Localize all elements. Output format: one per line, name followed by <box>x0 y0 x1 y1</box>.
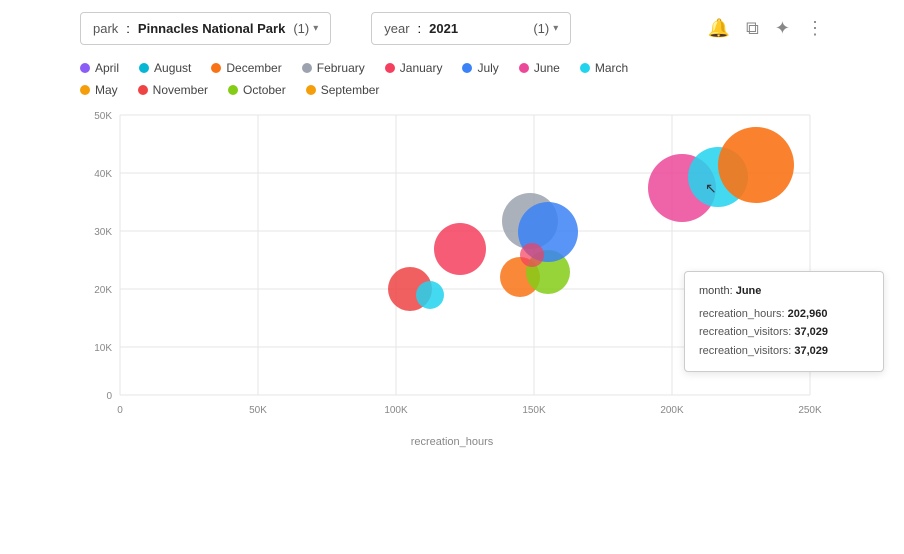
year-chevron-icon: ▾ <box>553 23 558 34</box>
legend-item-march: March <box>580 61 628 75</box>
year-filter-label: year <box>384 21 409 36</box>
svg-text:200K: 200K <box>660 405 684 416</box>
legend-item-december: December <box>211 61 281 75</box>
legend-item-may: May <box>80 83 118 97</box>
star-icon[interactable]: ✦ <box>775 18 790 39</box>
legend-item-june: June <box>519 61 560 75</box>
svg-text:50K: 50K <box>249 405 267 416</box>
more-options-icon[interactable]: ⋮ <box>806 18 824 39</box>
year-filter[interactable]: year: 2021 (1) ▾ <box>371 12 571 45</box>
bell-icon[interactable]: 🔔 <box>708 18 730 39</box>
legend-dot-march <box>580 63 590 73</box>
legend-dot-june <box>519 63 529 73</box>
legend-dot-january <box>385 63 395 73</box>
legend-label-may: May <box>95 83 118 97</box>
legend-item-january: January <box>385 61 443 75</box>
park-filter-label: park <box>93 21 118 36</box>
park-filter-count: (1) ▾ <box>293 21 318 36</box>
year-filter-value: 2021 <box>429 21 458 36</box>
filter-settings-icon[interactable]: ⧉ <box>746 18 759 39</box>
svg-text:50K: 50K <box>94 111 112 122</box>
bubble-jan-small[interactable] <box>520 243 544 267</box>
legend-item-september: September <box>306 83 380 97</box>
bubble-march-small[interactable] <box>416 281 444 309</box>
bubble-august[interactable] <box>718 127 794 203</box>
legend-dot-august <box>139 63 149 73</box>
legend-item-august: August <box>139 61 191 75</box>
top-bar: park: Pinnacles National Park (1) ▾ year… <box>0 0 904 57</box>
svg-text:150K: 150K <box>522 405 546 416</box>
legend-dot-september <box>306 85 316 95</box>
toolbar-icons: 🔔 ⧉ ✦ ⋮ <box>708 18 824 39</box>
legend-label-january: January <box>400 61 443 75</box>
legend-label-october: October <box>243 83 286 97</box>
x-axis-label: recreation_hours <box>0 436 904 448</box>
park-filter[interactable]: park: Pinnacles National Park (1) ▾ <box>80 12 331 45</box>
legend-dot-october <box>228 85 238 95</box>
legend-item-april: April <box>80 61 119 75</box>
svg-text:↖: ↖ <box>705 180 717 196</box>
legend-label-february: February <box>317 61 365 75</box>
svg-text:0: 0 <box>117 405 123 416</box>
svg-text:0: 0 <box>106 391 112 402</box>
svg-text:10K: 10K <box>94 343 112 354</box>
svg-text:250K: 250K <box>798 405 822 416</box>
legend-dot-december <box>211 63 221 73</box>
legend-item-november: November <box>138 83 208 97</box>
legend-label-august: August <box>154 61 191 75</box>
year-filter-count: (1) ▾ <box>533 21 558 36</box>
svg-text:30K: 30K <box>94 227 112 238</box>
legend-dot-november <box>138 85 148 95</box>
legend-dot-february <box>302 63 312 73</box>
legend-label-november: November <box>153 83 208 97</box>
chart-wrapper: recreation_visitors 50K 40K 30K 20K 10K … <box>0 101 904 430</box>
chart-legend: April August December February January July Ju… <box>0 57 904 101</box>
svg-text:20K: 20K <box>94 285 112 296</box>
legend-item-february: February <box>302 61 365 75</box>
svg-text:40K: 40K <box>94 169 112 180</box>
legend-item-july: July <box>462 61 498 75</box>
park-chevron-icon: ▾ <box>313 23 318 34</box>
bubble-january[interactable] <box>434 223 486 275</box>
legend-dot-april <box>80 63 90 73</box>
scatter-chart: 50K 40K 30K 20K 10K 0 0 50K 100K 150K 20… <box>70 105 830 425</box>
park-filter-value: Pinnacles National Park <box>138 21 285 36</box>
legend-label-december: December <box>226 61 281 75</box>
legend-label-september: September <box>321 83 380 97</box>
legend-dot-july <box>462 63 472 73</box>
legend-label-july: July <box>477 61 498 75</box>
legend-dot-may <box>80 85 90 95</box>
legend-item-october: October <box>228 83 286 97</box>
legend-label-march: March <box>595 61 628 75</box>
legend-label-june: June <box>534 61 560 75</box>
legend-label-april: April <box>95 61 119 75</box>
svg-text:100K: 100K <box>384 405 408 416</box>
